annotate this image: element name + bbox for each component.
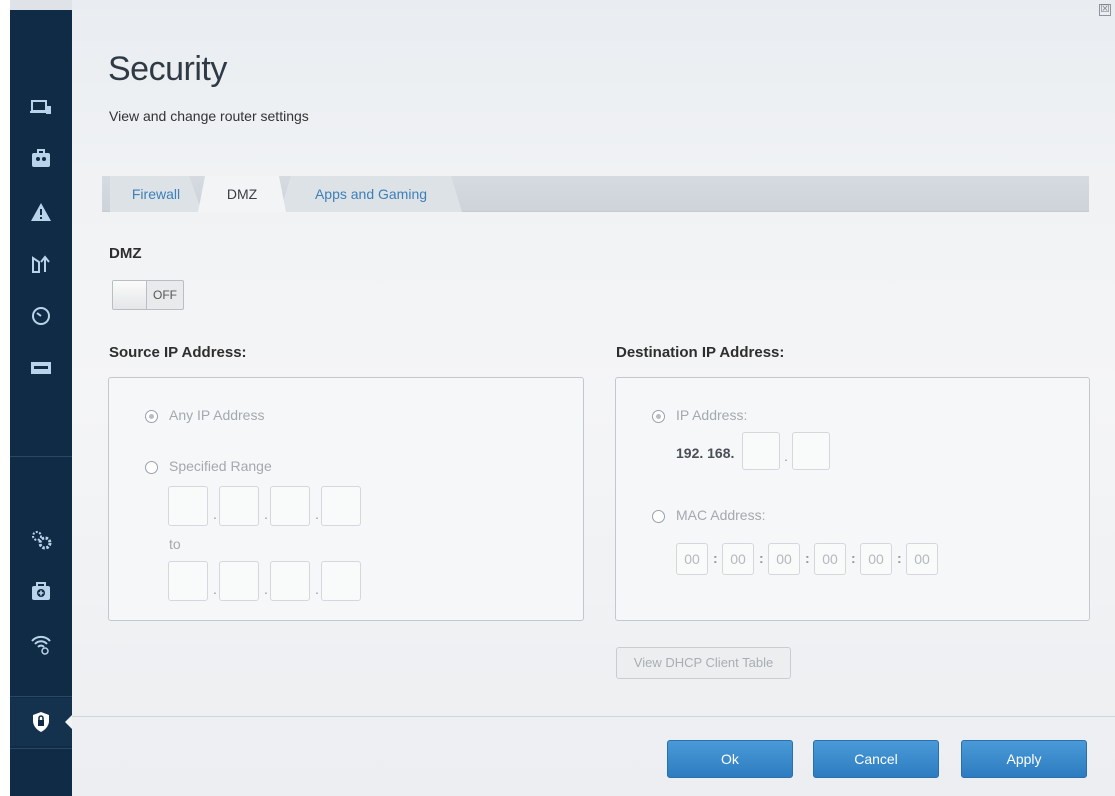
sidebar-item-storage[interactable] <box>10 346 72 390</box>
view-dhcp-client-table-button[interactable]: View DHCP Client Table <box>616 647 791 679</box>
range-end-octet-2[interactable] <box>219 561 259 601</box>
ip-dot: . <box>213 506 217 522</box>
range-start-octet-2[interactable] <box>219 486 259 526</box>
mac-octet-6[interactable]: 00 <box>906 543 938 575</box>
specified-range-label: Specified Range <box>169 458 272 474</box>
sidebar-item-alerts[interactable] <box>10 190 72 234</box>
sidebar-item-connectivity[interactable] <box>10 518 72 562</box>
external-storage-icon <box>31 362 51 374</box>
range-to-label: to <box>169 536 181 552</box>
mac-address-label: MAC Address: <box>676 507 766 523</box>
troubleshooting-icon <box>32 582 50 600</box>
tab-apps-and-gaming[interactable]: Apps and Gaming <box>280 176 462 212</box>
sidebar <box>10 10 73 796</box>
sidebar-divider <box>10 748 72 749</box>
any-ip-radio[interactable] <box>145 410 158 423</box>
parental-controls-icon <box>32 149 50 167</box>
alert-icon <box>31 203 51 221</box>
connectivity-gear-icon <box>32 531 52 550</box>
close-icon[interactable]: ☒ <box>1099 4 1111 16</box>
range-end-octet-1[interactable] <box>168 561 208 601</box>
wireless-icon <box>31 635 51 655</box>
sidebar-item-wireless[interactable] <box>10 622 72 666</box>
ip-dot: . <box>213 581 217 597</box>
destination-ip-group: IP Address: 192. 168. . MAC Address: 00 … <box>615 377 1090 621</box>
device-list-icon <box>30 100 51 114</box>
mac-octet-2[interactable]: 00 <box>722 543 754 575</box>
ip-dot: . <box>784 448 788 464</box>
mac-octet-4[interactable]: 00 <box>814 543 846 575</box>
speed-test-icon <box>32 307 50 325</box>
mac-colon: : <box>805 550 810 566</box>
tab-firewall[interactable]: Firewall <box>110 176 202 212</box>
ok-button[interactable]: Ok <box>667 740 793 778</box>
ip-dot: . <box>264 506 268 522</box>
range-end-octet-3[interactable] <box>270 561 310 601</box>
mac-address-radio[interactable] <box>652 510 665 523</box>
ip-prefix: 192. 168. <box>676 445 735 461</box>
sidebar-item-troubleshooting[interactable] <box>10 570 72 614</box>
footer-divider <box>72 716 1115 717</box>
range-start-octet-3[interactable] <box>270 486 310 526</box>
toggle-knob <box>113 281 147 309</box>
cancel-button[interactable]: Cancel <box>813 740 939 778</box>
specified-range-radio[interactable] <box>145 461 158 474</box>
ip-dot: . <box>264 581 268 597</box>
sidebar-item-media-priority[interactable] <box>10 242 72 286</box>
range-start-octet-1[interactable] <box>168 486 208 526</box>
dest-ip-radio[interactable] <box>652 410 665 423</box>
toggle-state-label: OFF <box>153 288 177 302</box>
ip-dot: . <box>315 581 319 597</box>
mac-octet-5[interactable]: 00 <box>860 543 892 575</box>
tab-dmz[interactable]: DMZ <box>198 176 286 212</box>
apply-button[interactable]: Apply <box>961 740 1087 778</box>
mac-colon: : <box>713 550 718 566</box>
sidebar-item-devices[interactable] <box>10 86 72 130</box>
destination-ip-heading: Destination IP Address: <box>616 344 785 361</box>
mac-colon: : <box>851 550 856 566</box>
dest-ip-label: IP Address: <box>676 407 748 423</box>
dmz-heading: DMZ <box>109 245 142 262</box>
sidebar-divider <box>10 696 72 697</box>
window-margin <box>0 0 10 796</box>
tab-strip: Firewall Apps and Gaming DMZ <box>102 176 1089 212</box>
mac-colon: : <box>897 550 902 566</box>
range-start-octet-4[interactable] <box>321 486 361 526</box>
any-ip-label: Any IP Address <box>169 407 265 423</box>
main-panel: ☒ Security View and change router settin… <box>72 0 1115 796</box>
range-end-octet-4[interactable] <box>321 561 361 601</box>
dest-ip-octet-4[interactable] <box>792 432 830 470</box>
sidebar-item-speed-test[interactable] <box>10 294 72 338</box>
page-title: Security <box>108 50 227 88</box>
source-ip-group: Any IP Address Specified Range . . . to … <box>108 377 584 621</box>
ip-dot: . <box>315 506 319 522</box>
source-ip-heading: Source IP Address: <box>109 344 247 361</box>
dmz-toggle[interactable]: OFF <box>112 280 184 310</box>
page-subtitle: View and change router settings <box>109 108 309 124</box>
dest-ip-octet-3[interactable] <box>742 432 780 470</box>
sidebar-divider <box>10 456 72 457</box>
mac-octet-1[interactable]: 00 <box>676 543 708 575</box>
sidebar-item-parental[interactable] <box>10 137 72 181</box>
mac-colon: : <box>759 550 764 566</box>
security-lock-icon <box>33 712 49 732</box>
mac-octet-3[interactable]: 00 <box>768 543 800 575</box>
sidebar-item-security[interactable] <box>10 698 73 746</box>
media-prioritization-icon <box>32 255 50 273</box>
